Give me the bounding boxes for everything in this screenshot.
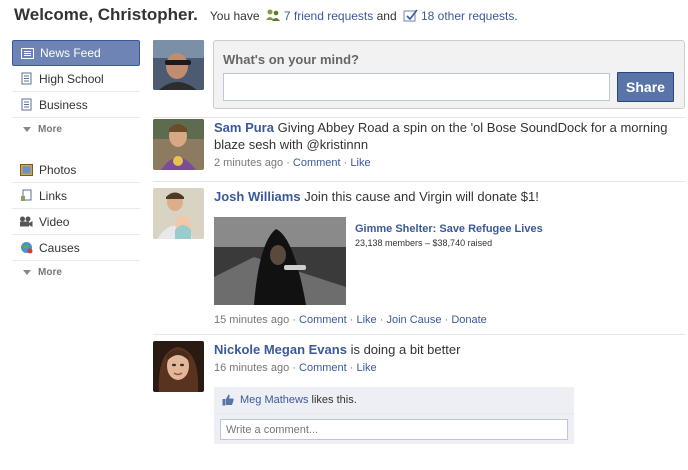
share-button[interactable]: Share [617,72,674,102]
sidebar-item-label: News Feed [40,46,101,60]
donate-link[interactable]: Donate [451,314,486,326]
feed-story: Sam Pura Giving Abbey Road a spin on the… [153,119,685,177]
feedback-box: Meg Mathews likes this. Write a comment.… [214,387,574,444]
period-text: . [514,9,518,23]
separator: · [292,314,296,326]
comment-link[interactable]: Comment [299,362,347,374]
and-text: and [376,9,397,23]
story-message: Josh Williams Join this cause and Virgin… [214,188,674,205]
story-body: Josh Williams Join this cause and Virgin… [214,188,674,326]
sidebar-item-causes[interactable]: Causes [12,235,140,261]
comment-link[interactable]: Comment [293,157,341,169]
separator: · [286,157,290,169]
likes-row: Meg Mathews likes this. [214,387,574,414]
more-label: More [38,266,62,278]
like-link[interactable]: Like [350,157,370,169]
friend-requests-link[interactable]: 7 friend requests [284,9,373,23]
avatar[interactable] [153,188,204,239]
triangle-down-icon [23,269,31,275]
welcome-header: Welcome, Christopher. You have 7 friend … [14,5,518,27]
sidebar: News Feed High School Business More Phot… [12,40,140,283]
status-input[interactable] [223,73,610,101]
story-body: Sam Pura Giving Abbey Road a spin on the… [214,119,674,169]
sidebar-item-links[interactable]: Links [12,183,140,209]
comment-row: Write a comment... [214,414,574,444]
you-have-text: You have [209,9,260,23]
separator: · [444,314,449,326]
cause-title-link[interactable]: Gimme Shelter: Save Refugee Lives [355,223,543,235]
comment-link[interactable]: Comment [299,314,347,326]
story-meta: 16 minutes ago · Comment · Like [214,362,674,374]
sidebar-item-photos[interactable]: Photos [12,157,140,183]
sidebar-item-high-school[interactable]: High School [12,66,140,92]
sidebar-item-label: Video [39,214,70,229]
welcome-title: Welcome, Christopher. [14,5,198,24]
like-link[interactable]: Like [357,314,377,326]
separator: · [343,157,348,169]
separator: · [349,362,354,374]
story-text: Join this cause and Virgin will donate $… [304,189,539,204]
timestamp: 15 minutes ago [214,314,290,326]
actor-name[interactable]: Josh Williams [214,189,301,204]
sidebar-item-label: Causes [39,240,80,255]
separator: · [292,362,296,374]
sidebar-item-label: Business [39,97,88,112]
requests-summary: You have 7 friend requests and 18 other … [210,7,518,23]
video-icon [19,215,33,228]
avatar[interactable] [153,119,204,170]
sidebar-item-business[interactable]: Business [12,92,140,118]
sidebar-more-apps[interactable]: More [12,261,140,283]
links-icon [19,189,33,202]
friend-request-icon [265,9,281,22]
timestamp: 16 minutes ago [214,362,290,374]
network-icon [19,98,33,111]
feed-story: Josh Williams Join this cause and Virgin… [153,188,685,330]
cause-attachment: Gimme Shelter: Save Refugee Lives 23,138… [214,217,674,305]
story-text: is doing a bit better [350,342,461,357]
cause-photo[interactable] [214,217,346,305]
divider [153,181,685,182]
timestamp: 2 minutes ago [214,157,284,169]
avatar[interactable] [153,341,204,392]
likes-this-text: likes this. [311,394,357,406]
sidebar-item-video[interactable]: Video [12,209,140,235]
comment-input[interactable]: Write a comment... [220,419,568,440]
cause-stats: 23,138 members – $38,740 raised [355,238,493,248]
composer-prompt: What's on your mind? [223,52,359,67]
feed-story: Nickole Megan Evans is doing a bit bette… [153,341,685,456]
thumbs-up-icon [222,394,234,406]
liker-name[interactable]: Meg Mathews [240,394,308,406]
other-requests-link[interactable]: 18 other requests [421,9,514,23]
story-body: Nickole Megan Evans is doing a bit bette… [214,341,674,374]
other-requests-icon [403,9,418,22]
status-composer: What's on your mind? Share [213,40,685,109]
like-link[interactable]: Like [357,362,377,374]
actor-name[interactable]: Nickole Megan Evans [214,342,347,357]
separator: · [379,314,384,326]
separator: · [349,314,354,326]
causes-icon [19,241,33,254]
story-meta: 15 minutes ago · Comment · Like · Join C… [214,314,674,326]
join-cause-link[interactable]: Join Cause [386,314,441,326]
story-text: Giving Abbey Road a spin on the 'ol Bose… [214,120,668,152]
more-label: More [38,123,62,135]
sidebar-item-news-feed[interactable]: News Feed [12,40,140,66]
sidebar-item-label: Photos [39,162,77,177]
news-feed-icon [20,47,34,60]
current-user-avatar[interactable] [153,40,204,90]
actor-name[interactable]: Sam Pura [214,120,274,135]
sidebar-item-label: High School [39,71,104,86]
cause-info: Gimme Shelter: Save Refugee Lives 23,138… [355,223,543,248]
story-message: Nickole Megan Evans is doing a bit bette… [214,341,674,358]
sidebar-more-networks[interactable]: More [12,118,140,140]
triangle-down-icon [23,126,31,132]
network-icon [19,72,33,85]
sidebar-item-label: Links [39,188,68,203]
divider [153,334,685,335]
story-message: Sam Pura Giving Abbey Road a spin on the… [214,119,674,153]
divider [153,117,685,118]
story-meta: 2 minutes ago · Comment · Like [214,157,674,169]
photos-icon [19,163,33,176]
